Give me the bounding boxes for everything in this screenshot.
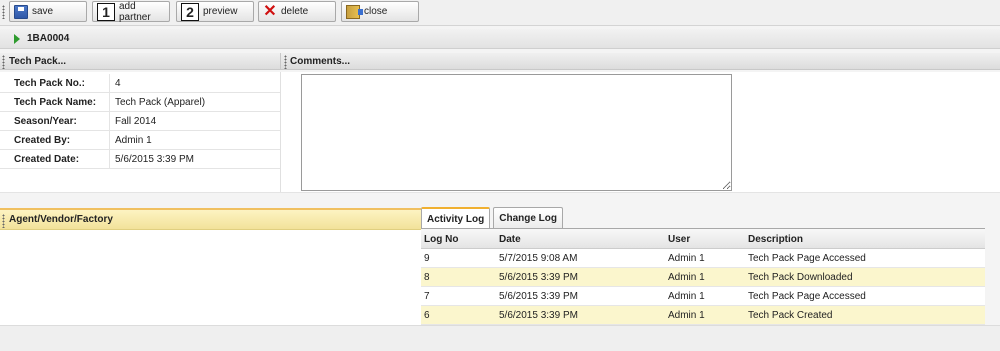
techpack-grip[interactable]: [2, 55, 5, 69]
description-cell: Tech Pack Page Accessed: [748, 291, 866, 302]
info-value: Admin 1: [115, 134, 152, 146]
comments-grip[interactable]: [284, 55, 287, 69]
date-cell: 5/6/2015 3:39 PM: [499, 310, 578, 321]
add-partner-button[interactable]: 1 add partner: [92, 0, 170, 23]
play-icon[interactable]: [14, 33, 20, 44]
comments-textarea[interactable]: [301, 74, 732, 191]
table-row[interactable]: 6 5/6/2015 3:39 PM Admin 1 Tech Pack Cre…: [421, 306, 985, 325]
info-value: Fall 2014: [115, 115, 157, 127]
preview-button[interactable]: 2 preview: [176, 1, 254, 22]
techpack-section-title: Tech Pack...: [9, 55, 67, 67]
info-row: Season/Year: Fall 2014: [0, 112, 280, 131]
user-cell: Admin 1: [668, 253, 705, 264]
table-row[interactable]: 7 5/6/2015 3:39 PM Admin 1 Tech Pack Pag…: [421, 287, 985, 306]
record-bar: 1BA0004: [0, 29, 1000, 49]
agent-section-header: Agent/Vendor/Factory: [0, 208, 421, 230]
delete-button[interactable]: ✕ delete: [258, 1, 336, 22]
description-cell: Tech Pack Page Accessed: [748, 253, 866, 264]
user-cell: Admin 1: [668, 272, 705, 283]
footer-band: [0, 325, 1000, 351]
save-button[interactable]: save: [9, 1, 87, 22]
log-no-cell: 7: [424, 291, 430, 302]
info-value: 4: [115, 77, 121, 89]
info-label: Created By:: [14, 134, 71, 146]
section-divider: [0, 192, 1000, 208]
step-badge-1: 1: [97, 2, 115, 21]
info-value: Tech Pack (Apparel): [115, 96, 206, 108]
info-label: Tech Pack No.:: [14, 77, 85, 89]
comments-panel: [280, 72, 1000, 192]
tab-activity-log[interactable]: Activity Log: [421, 207, 491, 229]
preview-label: preview: [203, 6, 238, 17]
info-value: 5/6/2015 3:39 PM: [115, 153, 194, 165]
description-cell: Tech Pack Downloaded: [748, 272, 853, 283]
info-row: Created By: Admin 1: [0, 131, 280, 150]
date-cell: 5/7/2015 9:08 AM: [499, 253, 578, 264]
add-partner-label: add partner: [119, 0, 151, 23]
toolbar: save 1 add partner 2 preview ✕ delete cl…: [0, 0, 1000, 26]
info-label: Season/Year:: [14, 115, 77, 127]
techpack-section-header: Tech Pack...: [0, 53, 280, 70]
user-cell: Admin 1: [668, 310, 705, 321]
comments-section-header: Comments...: [280, 53, 1000, 70]
table-row[interactable]: 8 5/6/2015 3:39 PM Admin 1 Tech Pack Dow…: [421, 268, 985, 287]
log-no-cell: 6: [424, 310, 430, 321]
log-no-cell: 9: [424, 253, 430, 264]
column-header-log-no[interactable]: Log No: [424, 229, 458, 249]
table-scroll-area: [985, 229, 1000, 325]
record-id: 1BA0004: [27, 33, 70, 44]
date-cell: 5/6/2015 3:39 PM: [499, 272, 578, 283]
info-label: Tech Pack Name:: [14, 96, 97, 108]
info-row: Created Date: 5/6/2015 3:39 PM: [0, 150, 280, 169]
table-header: Log No Date User Description: [421, 229, 985, 249]
delete-label: delete: [281, 6, 309, 17]
agent-section-title: Agent/Vendor/Factory: [9, 214, 113, 225]
table-row[interactable]: 9 5/7/2015 9:08 AM Admin 1 Tech Pack Pag…: [421, 249, 985, 268]
agent-grip[interactable]: [2, 214, 5, 228]
log-tabs: Activity Log Change Log: [421, 207, 564, 229]
description-cell: Tech Pack Created: [748, 310, 833, 321]
activity-log-table: Log No Date User Description 9 5/7/2015 …: [421, 229, 985, 325]
info-label: Created Date:: [14, 153, 80, 165]
save-label: save: [32, 6, 54, 17]
comments-section-title: Comments...: [290, 55, 351, 67]
save-icon: [14, 4, 28, 19]
agent-panel: [0, 230, 421, 325]
user-cell: Admin 1: [668, 291, 705, 302]
delete-x-icon: ✕: [263, 2, 277, 20]
step-badge-2: 2: [181, 2, 199, 21]
close-button[interactable]: close: [341, 1, 419, 22]
exit-door-icon: [346, 4, 363, 19]
techpack-info-panel: Tech Pack No.: 4 Tech Pack Name: Tech Pa…: [0, 72, 280, 192]
toolbar-grip[interactable]: [2, 5, 5, 19]
column-header-description[interactable]: Description: [748, 229, 803, 249]
close-label: close: [364, 6, 388, 17]
info-row: Tech Pack Name: Tech Pack (Apparel): [0, 93, 280, 112]
column-header-user[interactable]: User: [668, 229, 690, 249]
info-row: Tech Pack No.: 4: [0, 74, 280, 93]
date-cell: 5/6/2015 3:39 PM: [499, 291, 578, 302]
tab-change-log[interactable]: Change Log: [493, 207, 564, 228]
log-no-cell: 8: [424, 272, 430, 283]
column-header-date[interactable]: Date: [499, 229, 521, 249]
